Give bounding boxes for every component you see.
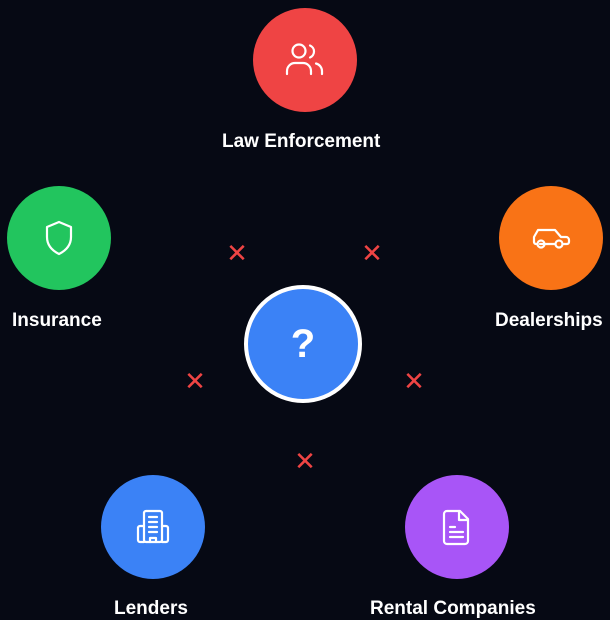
lenders-label: Lenders xyxy=(114,598,188,619)
document-icon xyxy=(442,509,470,546)
car-icon xyxy=(532,228,571,249)
disconnect-marker-lenders: ✕ xyxy=(184,366,206,396)
users-icon xyxy=(285,43,324,76)
disconnect-marker-law-enforcement: ✕ xyxy=(361,238,383,268)
insurance-node xyxy=(7,186,111,290)
unknown-center-node: ? xyxy=(244,285,362,403)
law-enforcement-node xyxy=(253,8,357,112)
dealerships-node xyxy=(499,186,603,290)
stakeholder-diagram: Law Enforcement Dealerships Rental Compa… xyxy=(0,0,610,620)
building-icon xyxy=(136,509,170,544)
rental-companies-node xyxy=(405,475,509,579)
law-enforcement-label: Law Enforcement xyxy=(222,131,381,152)
lenders-node xyxy=(101,475,205,579)
disconnect-marker-insurance: ✕ xyxy=(226,238,248,268)
disconnect-marker-rental-companies: ✕ xyxy=(294,446,316,476)
rental-companies-label: Rental Companies xyxy=(370,598,536,619)
disconnect-marker-dealerships: ✕ xyxy=(403,366,425,396)
dealerships-label: Dealerships xyxy=(495,310,603,331)
insurance-label: Insurance xyxy=(12,310,102,331)
shield-icon xyxy=(45,220,73,256)
